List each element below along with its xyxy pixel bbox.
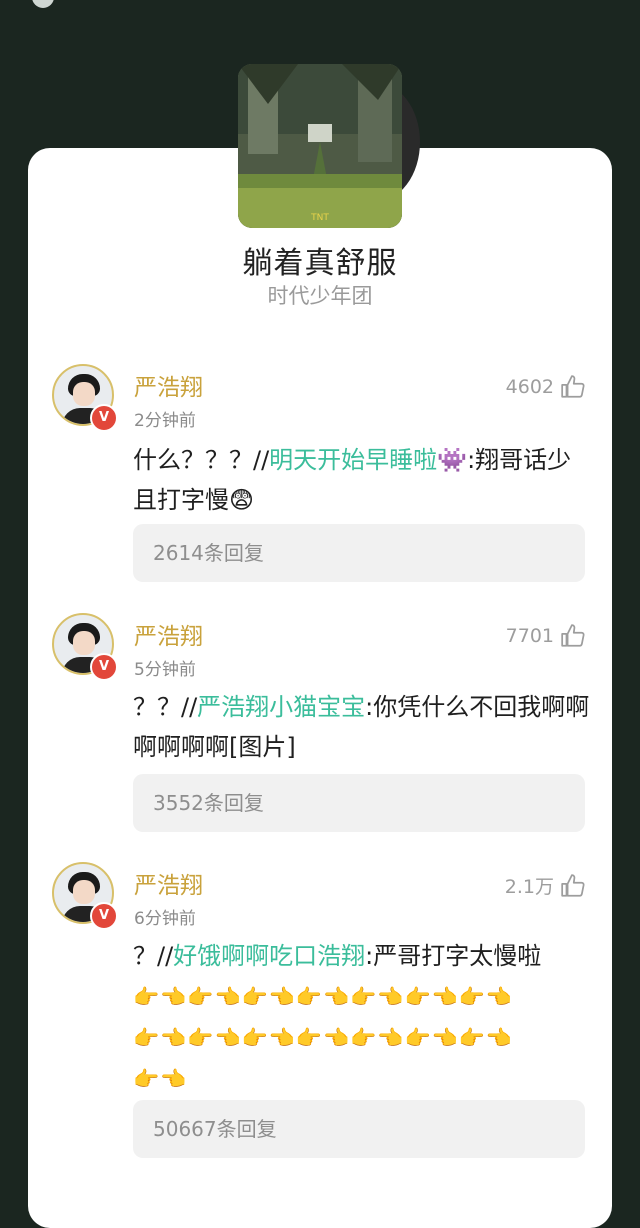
status-indicator (32, 0, 54, 8)
like-button[interactable]: 7701 (506, 623, 586, 649)
like-count: 2.1万 (504, 876, 554, 898)
comment-author[interactable]: 严浩翔 (134, 866, 203, 900)
album-cover-art: TNT (238, 64, 402, 228)
verified-badge-icon: V (90, 653, 118, 681)
mention-link[interactable]: 好饿啊啊吃口浩翔 (173, 942, 365, 970)
comment-text: 什么？？？//明天开始早睡啦👾:翔哥话少且打字慢😨 (133, 446, 572, 514)
verified-badge-icon: V (90, 404, 118, 432)
thumbs-up-icon (561, 375, 585, 398)
like-button[interactable]: 4602 (506, 374, 586, 400)
comment-time: 6分钟前 (134, 909, 196, 929)
comment-text: ？？//严浩翔小猫宝宝:你凭什么不回我啊啊啊啊啊啊[图片] (133, 693, 590, 761)
svg-text:TNT: TNT (310, 213, 329, 223)
mention-link[interactable]: 严浩翔小猫宝宝 (197, 693, 365, 721)
comment-author[interactable]: 严浩翔 (134, 368, 203, 402)
emoji-line: 👉👈 (133, 1067, 188, 1091)
mention-link[interactable]: 明天开始早睡啦👾 (269, 446, 467, 474)
like-count: 4602 (505, 376, 554, 398)
like-button[interactable]: 2.1万 (505, 872, 586, 899)
reply-count-button[interactable]: 2614条回复 (133, 524, 585, 582)
emoji-line: 👉👈👉👈👉👈👉👈👉👈👉👈👉👈 (133, 1026, 514, 1050)
thumbs-up-icon (561, 624, 585, 647)
comment-author[interactable]: 严浩翔 (134, 617, 203, 651)
like-count: 7701 (505, 625, 554, 647)
comment-time: 2分钟前 (134, 411, 196, 431)
comment-text: ？//好饿啊啊吃口浩翔:严哥打字太慢啦 👉👈👉👈👉👈👉👈👉👈👉👈👉👈 👉👈👉👈👉… (133, 942, 542, 1091)
emoji-line: 👉👈👉👈👉👈👉👈👉👈👉👈👉👈 (133, 985, 514, 1009)
reply-count-button[interactable]: 50667条回复 (133, 1100, 585, 1158)
song-artist[interactable]: 时代少年团 (0, 280, 640, 310)
reply-count-button[interactable]: 3552条回复 (133, 774, 585, 832)
verified-badge-icon: V (90, 902, 118, 930)
album-cover[interactable]: TNT (238, 64, 402, 228)
song-title: 躺着真舒服 (242, 246, 398, 281)
comment-time: 5分钟前 (134, 660, 196, 680)
thumbs-up-icon (561, 873, 585, 897)
